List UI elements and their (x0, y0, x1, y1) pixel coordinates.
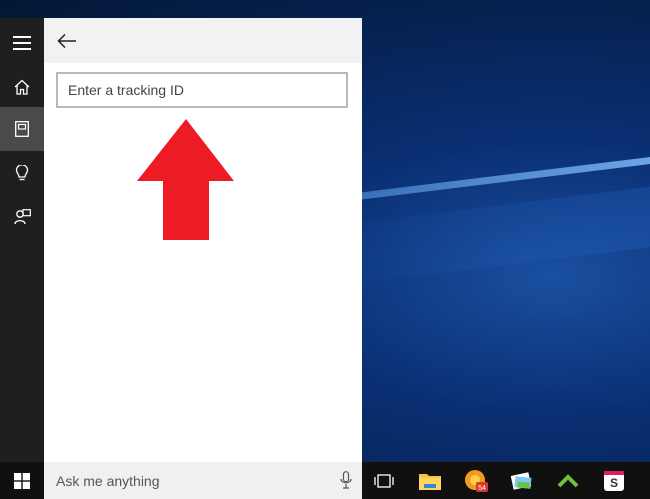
task-view-icon (374, 473, 394, 488)
task-view-button[interactable] (364, 462, 404, 499)
feedback-icon (13, 209, 31, 225)
chevron-up-app-icon (557, 473, 579, 487)
taskbar: Ask me anything 54 S (0, 462, 650, 499)
file-explorer-icon (419, 473, 441, 490)
cortana-panel (44, 18, 362, 462)
windows-logo-icon (14, 472, 30, 489)
lightbulb-icon (15, 164, 29, 180)
firefox-badge: 54 (478, 485, 486, 492)
notebook-icon (15, 121, 29, 137)
slack-button[interactable]: S (594, 462, 634, 499)
svg-text:S: S (610, 476, 618, 490)
taskbar-search-box[interactable]: Ask me anything (44, 462, 362, 499)
chevron-up-app-button[interactable] (548, 462, 588, 499)
firefox-icon: 54 (465, 469, 488, 492)
feedback-button[interactable] (0, 195, 44, 239)
search-placeholder: Ask me anything (56, 473, 160, 489)
file-explorer-button[interactable] (410, 462, 450, 499)
back-button[interactable] (52, 26, 82, 56)
notebook-button[interactable] (0, 107, 44, 151)
photos-button[interactable] (502, 462, 542, 499)
start-button[interactable] (0, 462, 44, 499)
tracking-id-input[interactable] (56, 72, 348, 108)
microphone-icon[interactable] (340, 471, 352, 489)
hamburger-menu-icon (13, 36, 31, 50)
back-arrow-icon (57, 33, 76, 49)
photos-icon (510, 471, 532, 490)
reminders-button[interactable] (0, 151, 44, 195)
panel-header (44, 18, 362, 63)
firefox-button[interactable]: 54 (456, 462, 496, 499)
home-icon (14, 79, 30, 95)
slack-icon: S (604, 470, 624, 491)
home-button[interactable] (0, 65, 44, 109)
hamburger-menu-button[interactable] (0, 21, 44, 65)
red-up-arrow-annotation (137, 119, 234, 240)
cortana-rail (0, 18, 44, 462)
